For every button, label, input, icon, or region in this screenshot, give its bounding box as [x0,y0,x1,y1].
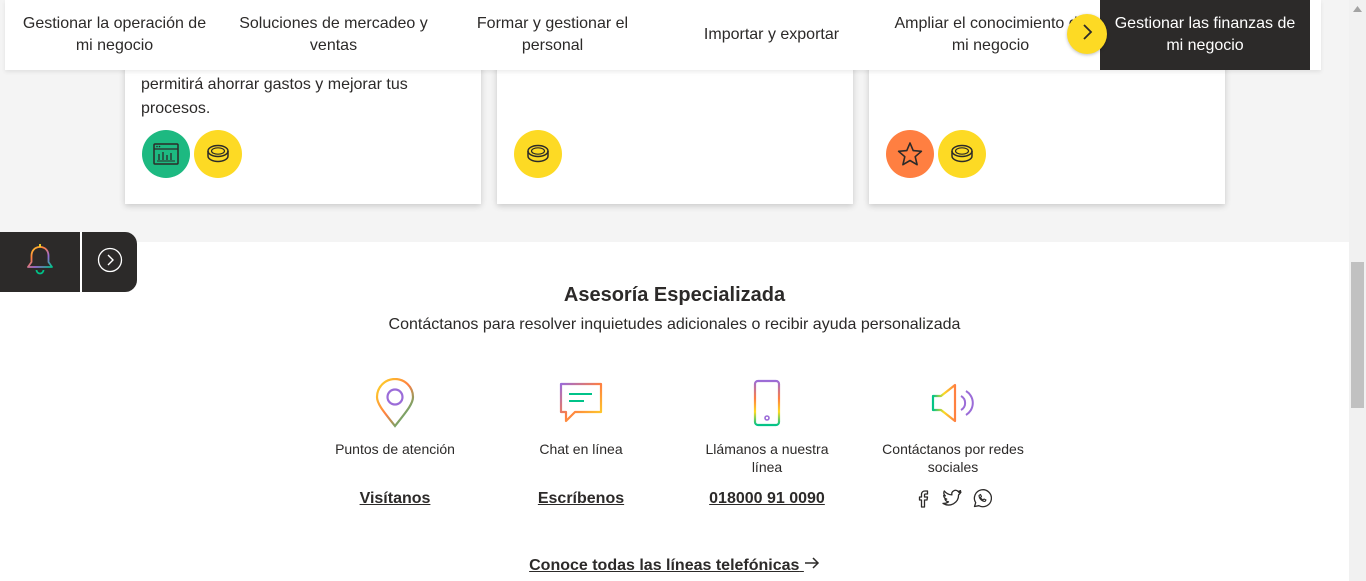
card-description: permitirá ahorrar gastos y mejorar tus p… [141,76,408,117]
location-pin-icon [374,377,416,433]
coin-icon [514,130,562,178]
contact-redes-sociales: Contáctanos por redes sociales [878,380,1028,510]
tab-gestionar-operacion[interactable]: Gestionar la operación de mi negocio [5,0,224,70]
coin-icon [194,130,242,178]
page: permitirá ahorrar gastos y mejorar tus p… [0,0,1349,581]
arrow-right-icon [804,557,820,574]
contact-label: Llámanos a nuestra línea [705,441,829,475]
star-icon [886,130,934,178]
chevron-right-icon [1081,23,1093,46]
whatsapp-icon[interactable] [971,488,993,510]
notifications-button[interactable] [0,232,80,292]
tab-mercadeo-ventas[interactable]: Soluciones de mercadeo y ventas [224,0,443,70]
escribenos-link[interactable]: Escríbenos [538,490,624,508]
all-phone-lines-link[interactable]: Conoce todas las líneas telefónicas [529,557,820,574]
contact-label: Contáctanos por redes sociales [882,441,1024,475]
contact-label: Chat en línea [539,441,623,457]
dashboard-icon [142,130,190,178]
widget-expand-button[interactable] [82,232,137,292]
tab-personal[interactable]: Formar y gestionar el personal [443,0,662,70]
megaphone-icon [929,381,977,430]
contact-label: Puntos de atención [335,441,455,457]
category-tabs: Gestionar la operación de mi negocio Sol… [5,0,1321,70]
twitter-icon[interactable] [941,488,963,510]
vertical-scrollbar[interactable] [1349,0,1366,581]
visitanos-link[interactable]: Visítanos [360,490,431,508]
coin-icon [938,130,986,178]
chat-bubble-icon [558,381,604,430]
tabs-next-button[interactable] [1067,14,1107,54]
contact-chat: Chat en línea Escríbenos [506,380,656,508]
phone-number-link[interactable]: 018000 91 0090 [709,490,825,508]
contact-puntos-atencion: Puntos de atención Visítanos [320,377,470,508]
chevron-right-circle-icon [97,247,123,278]
all-lines-label: Conoce todas las líneas telefónicas [529,557,800,574]
bell-icon [25,243,55,282]
contact-telefono: Llámanos a nuestra línea 018000 91 0090 [692,379,842,508]
scrollbar-thumb[interactable] [1351,262,1364,408]
all-lines-row: Conoce todas las líneas telefónicas [0,556,1349,575]
scroll-up-arrow-icon[interactable] [1349,0,1366,17]
facebook-icon[interactable] [913,488,933,510]
section-title: Asesoría Especializada [563,284,786,306]
tab-importar-exportar[interactable]: Importar y exportar [662,0,881,70]
section-subtitle: Contáctanos para resolver inquietudes ad… [388,316,961,333]
phone-icon [752,379,782,432]
tab-finanzas[interactable]: Gestionar las finanzas de mi negocio [1100,0,1310,70]
floating-widget [0,232,137,292]
